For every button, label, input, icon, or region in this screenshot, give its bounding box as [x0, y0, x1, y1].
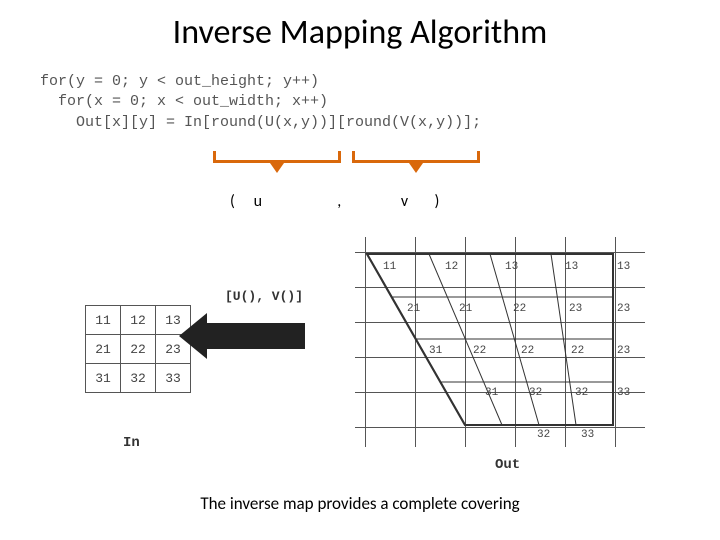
out-cell: 22 — [571, 345, 584, 357]
in-cell: 12 — [121, 306, 156, 335]
v-label: v — [401, 192, 431, 211]
out-cell: 22 — [473, 345, 486, 357]
arrow-label: [U(), V()] — [225, 289, 303, 304]
in-cell: 11 — [86, 306, 121, 335]
trapezoid-outline — [355, 237, 645, 447]
out-cell: 13 — [565, 261, 578, 273]
code-line-2: for(x = 0; x < out_width; x++) — [40, 93, 328, 110]
out-cell: 12 — [445, 261, 458, 273]
out-cell: 31 — [485, 387, 498, 399]
in-label: In — [123, 435, 140, 451]
paren-close: ) — [435, 192, 440, 211]
slide-title: Inverse Mapping Algorithm — [0, 12, 720, 53]
u-label: u — [254, 192, 334, 211]
out-cell: 13 — [617, 261, 630, 273]
in-cell: 21 — [86, 335, 121, 364]
out-cell: 11 — [383, 261, 396, 273]
in-grid: 111213 212223 313233 — [85, 305, 191, 393]
code-block: for(y = 0; y < out_height; y++) for(x = … — [40, 72, 481, 133]
arrow-icon — [205, 323, 305, 349]
in-cell: 31 — [86, 364, 121, 393]
out-label: Out — [495, 457, 520, 473]
code-line-1: for(y = 0; y < out_height; y++) — [40, 73, 319, 90]
out-cell: 32 — [575, 387, 588, 399]
out-cell: 13 — [505, 261, 518, 273]
brace-u — [213, 160, 341, 163]
brace-v — [352, 160, 480, 163]
out-cell: 32 — [529, 387, 542, 399]
out-cell: 23 — [617, 345, 630, 357]
out-cell: 33 — [581, 429, 594, 441]
mapping-arrow: [U(), V()] — [205, 323, 335, 349]
out-cell: 33 — [617, 387, 630, 399]
diagram: 111213 212223 313233 In [U(), V()] — [85, 235, 645, 475]
in-cell: 33 — [156, 364, 191, 393]
out-cell: 22 — [513, 303, 526, 315]
out-cell: 32 — [537, 429, 550, 441]
code-line-3: Out[x][y] = In[round(U(x,y))][round(V(x,… — [40, 114, 481, 131]
out-grid: 11 12 13 13 13 21 21 22 23 23 31 22 22 2… — [355, 237, 645, 447]
comma: , — [337, 192, 397, 211]
out-cell: 22 — [521, 345, 534, 357]
out-cell: 21 — [459, 303, 472, 315]
in-cell: 22 — [121, 335, 156, 364]
paren-open: ( — [230, 192, 250, 211]
uv-label: ( u , v ) — [230, 192, 439, 211]
footer-text: The inverse map provides a complete cove… — [0, 493, 720, 514]
out-cell: 23 — [617, 303, 630, 315]
in-cell: 32 — [121, 364, 156, 393]
out-cell: 23 — [569, 303, 582, 315]
out-cell: 31 — [429, 345, 442, 357]
out-cell: 21 — [407, 303, 420, 315]
